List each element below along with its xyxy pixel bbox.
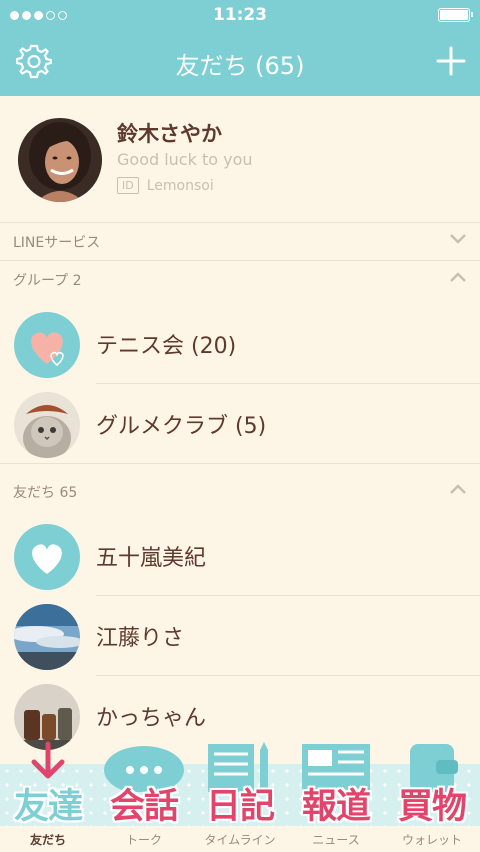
tab-big-label: 買物 [397,787,467,827]
friend-avatar [14,524,80,590]
group-name: テニス会 (20) [96,334,237,359]
tab-bar: 友達 友だち 会話 トーク 日記 タイムライン 報道 ニュース 買物 ウォレット [0,740,480,852]
tab-wallet[interactable]: 買物 ウォレット [384,740,480,852]
section-label: 友だち 65 [13,485,78,501]
heart-icon [31,332,64,367]
add-friend-button[interactable] [436,46,466,76]
tab-talk[interactable]: 会話 トーク [96,740,192,852]
list-item[interactable]: テニス会 (20) [0,304,480,384]
list-item[interactable]: 江藤りさ [0,596,480,676]
id-badge: ID [117,177,139,194]
group-avatar [14,392,80,458]
profile-status-message: Good luck to you [117,150,253,169]
section-label: グループ 2 [13,273,82,289]
status-bar: 11:23 [0,0,480,30]
profile-id-value: Lemonsoi [146,177,214,194]
profile-name: 鈴木さやか [117,122,222,146]
tab-friends[interactable]: 友達 友だち [0,740,96,852]
battery-icon [438,8,473,22]
friend-name: 五十嵐美紀 [96,546,207,571]
cat-photo [14,392,80,458]
chevron-down-icon [450,234,466,244]
friend-name: 江藤りさ [96,626,185,651]
tab-label: 友だち [29,833,66,847]
tab-timeline[interactable]: 日記 タイムライン [192,740,288,852]
tab-label: トーク [125,833,162,847]
tab-label: タイムライン [204,833,276,847]
group-avatar [14,312,80,378]
section-line-services[interactable]: LINEサービス [0,222,480,261]
tab-big-label: 報道 [301,787,371,827]
profile-avatar[interactable] [18,118,102,202]
section-label: LINEサービス [13,235,101,251]
friend-avatar [14,604,80,670]
divider [0,463,480,464]
heart-icon [32,544,62,574]
friend-name: かっちゃん [96,706,207,731]
clock: 11:23 [212,5,268,25]
chevron-up-icon [450,484,466,494]
tab-big-label: 友達 [13,787,83,827]
list-item[interactable]: 五十嵐美紀 [0,516,480,596]
tab-big-label: 会話 [109,787,179,827]
tab-label: ニュース [312,833,360,847]
list-item[interactable]: グルメクラブ (5) [0,384,480,464]
section-friends[interactable]: 友だち 65 [0,472,480,510]
tab-news[interactable]: 報道 ニュース [288,740,384,852]
page-title: 友だち (65) [175,52,305,80]
sky-photo [14,604,80,670]
my-profile[interactable]: 鈴木さやか Good luck to you ID Lemonsoi [0,96,480,223]
tab-big-label: 日記 [205,787,275,827]
chevron-up-icon [450,272,466,282]
group-name: グルメクラブ (5) [96,414,267,439]
profile-id: ID Lemonsoi [117,177,214,194]
nav-header: 友だち (65) [0,30,480,96]
section-groups[interactable]: グループ 2 [0,260,480,298]
tab-label: ウォレット [401,833,462,847]
